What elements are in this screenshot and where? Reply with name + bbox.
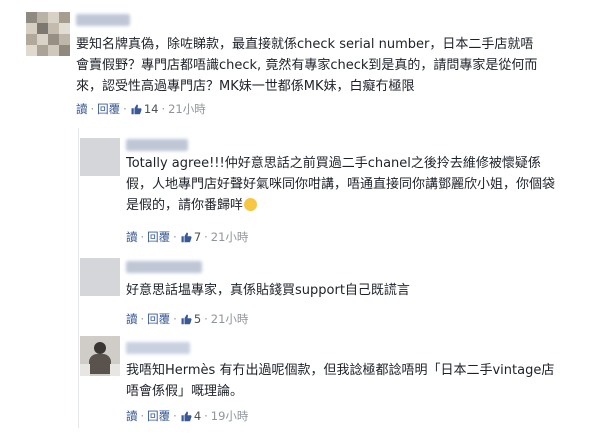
reply-link[interactable]: 讀: [126, 229, 138, 245]
like-count: 5: [193, 312, 202, 326]
comment-text: Totally agree!!!仲好意思話之前買過二手chanel之後拎去維修被…: [126, 156, 556, 213]
timestamp: 21小時: [210, 230, 249, 244]
avatar[interactable]: [80, 336, 120, 376]
comment-actions: 讀 · 回覆 · 14 · 21小時: [76, 101, 206, 117]
commenter-name[interactable]: [76, 14, 130, 26]
like-count: 7: [193, 230, 202, 244]
avatar[interactable]: [80, 138, 120, 176]
respond-link[interactable]: 回覆: [147, 311, 170, 327]
laughing-emoji-icon: [244, 198, 258, 211]
comment-actions: 讀 · 回覆 · 5 · 21小時: [126, 311, 249, 327]
like-count: 14: [143, 102, 159, 116]
comment-text: 好意思話塭專家，真係貼錢買support自己既謊言: [126, 283, 410, 298]
comment-actions: 讀 · 回覆 · 7 · 21小時: [126, 229, 249, 245]
commenter-name[interactable]: [126, 261, 202, 273]
respond-link[interactable]: 回覆: [97, 101, 120, 117]
avatar[interactable]: [26, 12, 70, 56]
reply-link[interactable]: 讀: [126, 311, 138, 327]
comment-text: 我唔知Hermès 有冇出過呢個款，但我諗極都諗唔明「日本二手vintage店唔…: [126, 363, 555, 399]
reply-link[interactable]: 讀: [126, 408, 138, 424]
respond-link[interactable]: 回覆: [147, 229, 170, 245]
reply-link[interactable]: 讀: [76, 101, 88, 117]
comment-actions: 讀 · 回覆 · 4 · 19小時: [126, 408, 249, 424]
like-count: 4: [193, 409, 202, 423]
thumbs-up-icon[interactable]: [180, 313, 192, 325]
comment-text: 要知名牌真偽，除咗睇款，最直接就係check serial number，日本二…: [76, 37, 538, 94]
commenter-name[interactable]: [126, 342, 190, 354]
timestamp: 21小時: [168, 102, 206, 116]
thumbs-up-icon[interactable]: [180, 410, 192, 422]
respond-link[interactable]: 回覆: [147, 408, 170, 424]
thumbs-up-icon[interactable]: [180, 231, 192, 243]
commenter-name[interactable]: [126, 139, 188, 151]
thread-divider: [78, 128, 79, 428]
avatar[interactable]: [80, 258, 120, 296]
thumbs-up-icon[interactable]: [130, 103, 142, 115]
timestamp: 21小時: [210, 312, 249, 326]
timestamp: 19小時: [210, 409, 249, 423]
